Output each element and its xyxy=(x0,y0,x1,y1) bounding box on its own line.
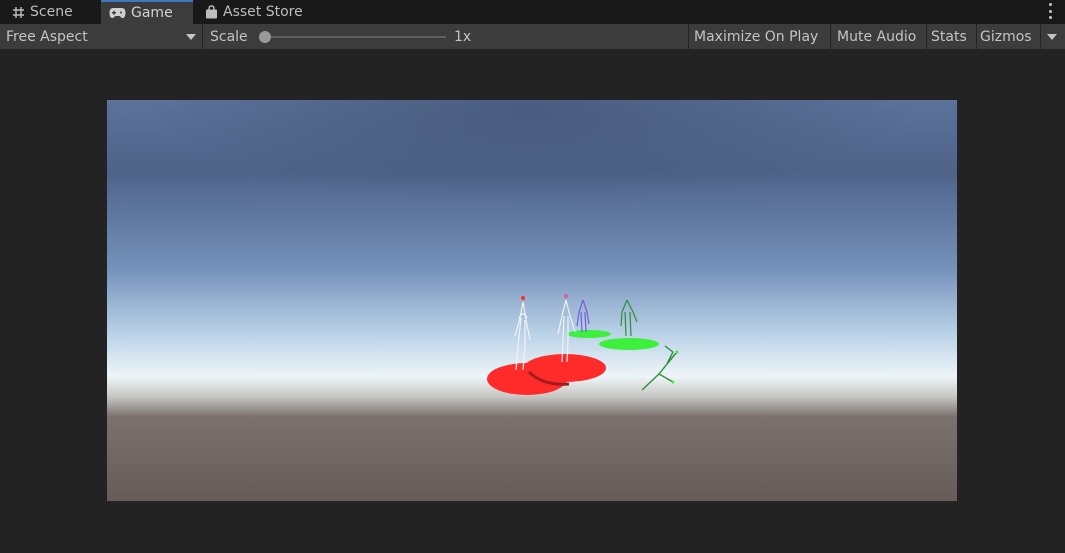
tab-scene-label: Scene xyxy=(30,4,73,20)
gizmos-toggle[interactable]: Gizmos xyxy=(980,24,1032,49)
tab-bar: Scene Game Asset Store xyxy=(0,0,1065,24)
aspect-dropdown[interactable]: Free Aspect xyxy=(6,24,198,49)
toolbar-divider xyxy=(688,24,689,49)
gizmos-dropdown[interactable] xyxy=(1047,24,1057,49)
scale-value: 1x xyxy=(454,28,472,45)
scale-slider-track[interactable] xyxy=(265,36,446,38)
game-toolbar: Free Aspect Scale 1x Maximize On Play Mu… xyxy=(0,24,1065,50)
tab-game-label: Game xyxy=(131,5,173,21)
scale-slider-thumb[interactable] xyxy=(259,31,271,43)
stats-toggle[interactable]: Stats xyxy=(931,24,967,49)
tab-asset-store[interactable]: Asset Store xyxy=(205,0,303,24)
green-marker xyxy=(599,338,659,350)
toolbar-divider xyxy=(976,24,977,49)
toolbar-divider xyxy=(926,24,927,49)
tab-game[interactable]: Game xyxy=(101,0,193,24)
more-options-icon[interactable] xyxy=(1049,3,1053,19)
toolbar-divider xyxy=(830,24,831,49)
chevron-down-icon xyxy=(1047,33,1057,40)
tab-scene[interactable]: Scene xyxy=(12,0,73,24)
scale-label: Scale xyxy=(210,28,248,45)
grid-icon xyxy=(12,6,25,19)
game-view[interactable] xyxy=(107,100,957,501)
toolbar-divider xyxy=(202,24,203,49)
aspect-label: Free Aspect xyxy=(6,28,88,45)
maximize-on-play-toggle[interactable]: Maximize On Play xyxy=(694,24,818,49)
toolbar-divider xyxy=(1040,24,1041,49)
shopping-bag-icon xyxy=(205,5,218,19)
green-marker xyxy=(567,330,611,338)
game-render xyxy=(107,100,957,501)
chevron-down-icon xyxy=(186,34,196,40)
mute-audio-toggle[interactable]: Mute Audio xyxy=(837,24,916,49)
tab-asset-store-label: Asset Store xyxy=(223,4,303,20)
gamepad-icon xyxy=(109,7,126,19)
